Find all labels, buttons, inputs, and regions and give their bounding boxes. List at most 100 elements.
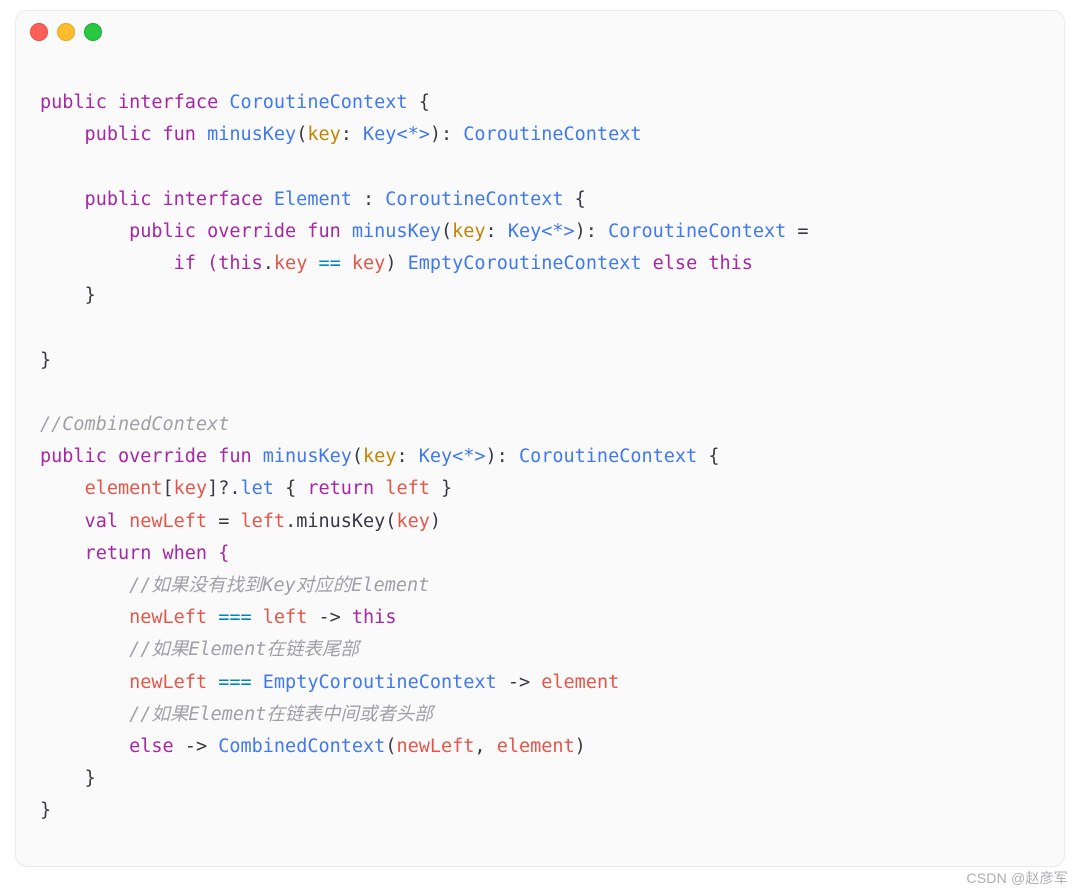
indent [40,478,85,499]
op-identity: === [207,607,263,628]
var-key: key [352,253,385,274]
brace-close-2: } [40,350,51,371]
kw-else-2: else [129,736,174,757]
dot-minuskey: .minusKey( [285,511,396,532]
brace-close: } [85,285,96,306]
type-keystar: Key<*> [363,124,430,145]
paren-close-2: ) [430,511,441,532]
var-key-2: key [174,478,207,499]
paren-close-colon-3: ): [486,446,519,467]
fn-minuskey-2: minusKey [352,221,441,242]
type-keystar-2: Key<*> [508,221,575,242]
kw-if: if ( [40,253,218,274]
var-element: element [85,478,163,499]
op-eqeq: == [307,253,352,274]
indent-4 [40,736,129,757]
type-element: Element [274,189,352,210]
kw-this-2: this [708,253,753,274]
var-left-2: left [241,511,286,532]
type-keystar-3: Key<*> [419,446,486,467]
kw-public-interface-inner: public interface [40,189,274,210]
brace-open-lambda: { [274,478,307,499]
kw-public-override-fun: public override fun [40,446,263,467]
assign: = [207,511,240,532]
paren-close-sp: ) [385,253,407,274]
arrow-3: -> [174,736,219,757]
var-newleft-2: newLeft [129,607,207,628]
indent-3 [40,672,129,693]
equals-sign: = [786,221,808,242]
indent-2 [40,607,129,628]
paren-open-3: ( [352,446,363,467]
comment-3: //如果Element在链表中间或者头部 [40,704,433,725]
param-key-3: key [363,446,396,467]
extends-colon: : [352,189,385,210]
fn-minuskey-3: minusKey [263,446,352,467]
bracket-open: [ [163,478,174,499]
comment-combined: //CombinedContext [40,414,229,435]
paren-open: ( [296,124,307,145]
param-key-2: key [452,221,485,242]
brace-close-lambda: } [430,478,452,499]
var-left-3: left [263,607,308,628]
var-key-3: key [396,511,429,532]
type-return-2: CoroutineContext [608,221,786,242]
fn-let: let [241,478,274,499]
var-newleft-3: newLeft [129,672,207,693]
type-combinedcontext: CombinedContext [218,736,385,757]
brace-open: { [408,92,430,113]
type-return: CoroutineContext [463,124,641,145]
kw-public-fun: public fun [40,124,207,145]
bracket-close: ] [207,478,218,499]
brace-close-4: } [40,800,51,821]
var-newleft: newLeft [129,511,207,532]
op-identity-2: === [207,672,263,693]
brace-close-3: } [85,768,96,789]
paren-close-3: ) [575,736,586,757]
colon-3: : [396,446,418,467]
arrow: -> [307,607,352,628]
kw-override-fun: public override fun [40,221,352,242]
paren-open-4: ( [385,736,396,757]
minimize-icon[interactable] [57,23,75,41]
window-titlebar [16,11,1064,47]
var-element-2: element [541,672,619,693]
kw-else: else [642,253,709,274]
comment-2: //如果Element在链表尾部 [40,639,359,660]
kw-val: val [40,511,129,532]
code-window: public interface CoroutineContext { publ… [15,10,1065,867]
colon: : [341,124,363,145]
type-coroutinecontext-2: CoroutineContext [385,189,563,210]
watermark-text: CSDN @赵彦军 [966,866,1068,890]
close-icon[interactable] [30,23,48,41]
comma: , [474,736,496,757]
var-newleft-4: newLeft [396,736,474,757]
paren-open-2: ( [441,221,452,242]
prop-key: key [274,253,307,274]
var-element-3: element [497,736,575,757]
paren-close-colon: ): [430,124,463,145]
kw-this-3: this [352,607,397,628]
paren-close-colon-2: ): [575,221,608,242]
type-emptycontext: EmptyCoroutineContext [408,253,642,274]
colon-2: : [486,221,508,242]
param-key: key [307,124,340,145]
type-coroutinecontext: CoroutineContext [229,92,407,113]
brace-open-3: { [697,446,719,467]
kw-public-interface: public interface [40,92,229,113]
var-left: left [385,478,430,499]
space [374,478,385,499]
code-block: public interface CoroutineContext { publ… [16,47,1064,866]
maximize-icon[interactable] [84,23,102,41]
safe-call: ?. [218,478,240,499]
type-return-3: CoroutineContext [519,446,697,467]
comment-1: //如果没有找到Key对应的Element [40,575,429,596]
kw-return: return [307,478,374,499]
kw-this: this [218,253,263,274]
arrow-2: -> [497,672,542,693]
dot: . [263,253,274,274]
kw-return-when: return when { [40,543,229,564]
type-emptycontext-2: EmptyCoroutineContext [263,672,497,693]
fn-minuskey: minusKey [207,124,296,145]
brace-open-2: { [564,189,586,210]
